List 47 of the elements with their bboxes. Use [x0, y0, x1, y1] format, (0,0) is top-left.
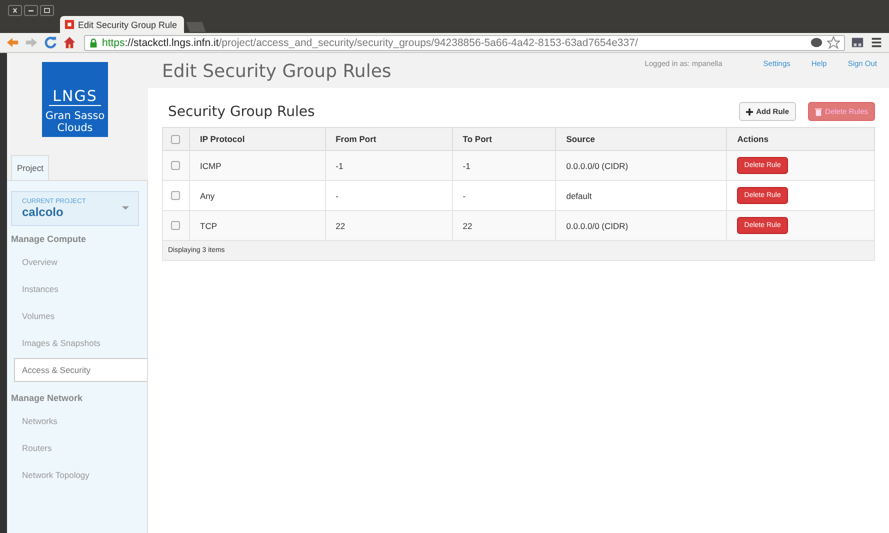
minimize-icon[interactable]: [24, 5, 38, 16]
row-checkbox[interactable]: [171, 221, 180, 230]
table-cell: TCP: [190, 210, 326, 240]
sidebar-item[interactable]: Overview: [7, 250, 147, 274]
table-cell: -1: [325, 150, 452, 180]
star-icon[interactable]: [827, 36, 840, 49]
favicon-icon: [65, 20, 74, 29]
logo: LNGS Gran Sasso Clouds: [42, 62, 108, 137]
sidebar-item[interactable]: Networks: [7, 409, 147, 433]
sidebar-tab[interactable]: Project: [11, 155, 50, 180]
trash-icon: [815, 108, 822, 116]
row-checkbox[interactable]: [171, 191, 180, 200]
table-cell: 22: [325, 210, 452, 240]
lock-icon: [89, 38, 98, 48]
table-cell: -1: [452, 150, 556, 180]
column-header: IP Protocol: [190, 128, 326, 150]
sidebar-item[interactable]: Access & Security: [14, 358, 147, 382]
row-checkbox[interactable]: [171, 161, 180, 170]
section-title: Manage Compute: [11, 234, 88, 244]
sidebar-item[interactable]: Volumes: [7, 304, 147, 328]
maximize-icon[interactable]: [40, 5, 54, 16]
table-cell: ICMP: [190, 150, 326, 180]
table-cell: 0.0.0.0/0 (CIDR): [556, 150, 727, 180]
sidebar-item[interactable]: Instances: [7, 277, 147, 301]
page-title: Edit Security Group Rules: [162, 61, 392, 82]
table-cell: 0.0.0.0/0 (CIDR): [556, 210, 727, 240]
column-header: From Port: [325, 128, 452, 150]
window-icon[interactable]: [851, 36, 864, 49]
table-title: Security Group Rules: [168, 104, 315, 120]
sidebar-item[interactable]: Network Topology: [7, 463, 147, 487]
sidebar-item[interactable]: Images & Snapshots: [7, 331, 147, 355]
select-all-checkbox[interactable]: [171, 134, 180, 144]
plus-icon: [746, 108, 754, 116]
column-header: To Port: [452, 128, 556, 150]
sidebar-item[interactable]: Routers: [7, 436, 147, 460]
browser-tab[interactable]: Edit Security Group Rule: [60, 16, 184, 33]
reload-icon[interactable]: [44, 36, 57, 49]
menu-icon[interactable]: [870, 36, 883, 49]
home-icon[interactable]: [63, 36, 76, 49]
close-icon[interactable]: [8, 5, 22, 16]
table-cell: 22: [452, 210, 556, 240]
address-bar[interactable]: https://stackctl.lngs.infn.it/project/access_and_security/security_groups/94238856-5a66-4a42-8153-63ad7654e337/: [84, 34, 845, 50]
caret-icon: [122, 206, 129, 210]
column-header: Source: [556, 128, 727, 150]
section-title: Manage Network: [11, 393, 84, 403]
back-icon[interactable]: [6, 36, 19, 49]
column-header: Actions: [726, 128, 874, 150]
